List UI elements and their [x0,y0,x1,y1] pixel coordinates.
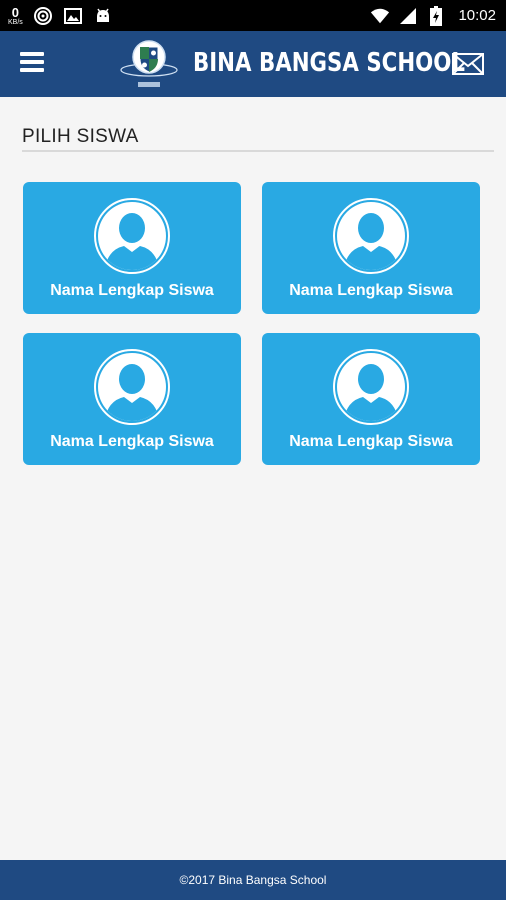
status-clock: 10:02 [458,7,496,24]
battery-charging-icon [426,5,446,26]
school-crest-logo [118,37,180,93]
android-icon [93,6,113,26]
status-bar: 0 KB/s 10:02 [0,0,506,31]
app-bar: BINA BANGSA SCHOOL [0,31,506,97]
user-avatar-icon [94,349,170,425]
app-title: BINA BANGSA SCHOOL [193,48,465,78]
data-speed-indicator: 0 KB/s [8,6,23,26]
student-name: Nama Lengkap Siswa [50,282,214,299]
user-avatar-icon [94,198,170,274]
hotspot-icon [33,6,53,26]
image-icon [63,6,83,26]
student-name: Nama Lengkap Siswa [289,282,453,299]
wifi-icon [370,6,390,26]
footer: ©2017 Bina Bangsa School [0,860,506,900]
student-card[interactable]: Nama Lengkap Siswa [262,182,480,314]
data-speed-unit: KB/s [8,18,23,26]
envelope-icon[interactable] [452,53,484,75]
data-speed-value: 0 [11,4,20,20]
student-card[interactable]: Nama Lengkap Siswa [23,182,241,314]
user-avatar-icon [333,198,409,274]
copyright-text: ©2017 Bina Bangsa School [179,873,327,887]
hamburger-menu-icon[interactable] [20,52,44,76]
student-card[interactable]: Nama Lengkap Siswa [262,333,480,465]
student-name: Nama Lengkap Siswa [50,433,214,450]
page-title: PILIH SISWA [22,126,139,147]
signal-icon [398,6,418,26]
student-name: Nama Lengkap Siswa [289,433,453,450]
user-avatar-icon [333,349,409,425]
title-divider [22,150,494,152]
student-card[interactable]: Nama Lengkap Siswa [23,333,241,465]
